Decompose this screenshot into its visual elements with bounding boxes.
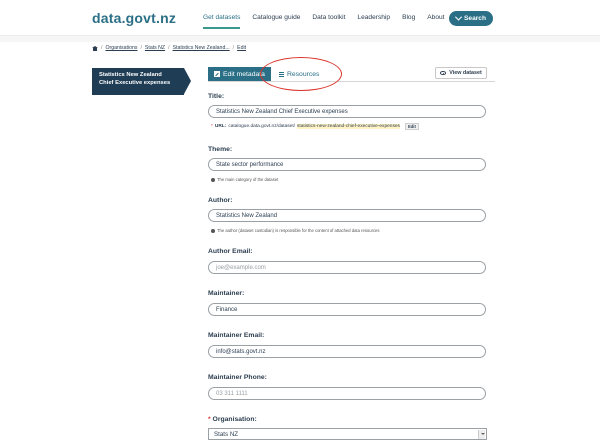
highlight-annotation-circle (260, 57, 342, 91)
home-icon[interactable] (92, 45, 98, 51)
theme-hint: The main category of the dataset (211, 177, 278, 182)
edit-icon (214, 71, 220, 77)
url-slug: statistics-new-zealand-chief-executive-e… (297, 124, 400, 129)
maintainer-label: Maintainer: (208, 290, 245, 297)
maintainer-phone-label: Maintainer Phone: (208, 374, 267, 381)
breadcrumb-stats-nz[interactable]: Stats NZ (145, 45, 165, 51)
dropdown-arrow-icon[interactable] (478, 430, 485, 439)
url-line: * URL: catalogue.data.govt.nz/dataset/st… (211, 123, 419, 130)
chevron-down-icon (454, 13, 463, 21)
url-label: URL: (214, 124, 227, 129)
author-label: Author: (208, 197, 233, 204)
organisation-value: Stats NZ (214, 430, 239, 438)
breadcrumb: / Organisations / Stats NZ / Statistics … (92, 45, 246, 51)
breadcrumb-separator: / (140, 45, 142, 51)
eye-icon (440, 71, 447, 75)
nav-blog[interactable]: Blog (402, 14, 415, 29)
title-label: Title: (208, 93, 225, 100)
tabs-divider (208, 81, 495, 82)
breadcrumb-separator: / (232, 45, 235, 51)
maintainer-input[interactable]: Finance (208, 303, 486, 316)
search-button[interactable]: Search (449, 11, 493, 26)
header-subband (0, 36, 600, 42)
breadcrumb-organisations[interactable]: Organisations (105, 45, 137, 51)
nav-catalogue-guide[interactable]: Catalogue guide (252, 14, 300, 29)
top-navigation-bar: data.govt.nz Get datasets Catalogue guid… (0, 0, 600, 36)
author-input[interactable]: Statistics New Zealand (208, 209, 486, 222)
info-icon (211, 177, 215, 182)
breadcrumb-separator: / (101, 45, 103, 51)
site-logo[interactable]: data.govt.nz (92, 10, 176, 26)
main-nav: Get datasets Catalogue guide Data toolki… (203, 14, 457, 29)
url-base: catalogue.data.govt.nz/dataset/ (228, 124, 296, 129)
nav-about[interactable]: About (427, 14, 444, 29)
breadcrumb-edit[interactable]: Edit (237, 45, 246, 51)
maintainer-email-label: Maintainer Email: (208, 332, 265, 339)
organisation-select[interactable]: Stats NZ (208, 428, 487, 440)
author-hint-text: The author (dataset custodian) is respon… (217, 228, 380, 233)
theme-hint-text: The main category of the dataset (217, 177, 279, 182)
maintainer-phone-input[interactable]: 03 311 1111 (208, 387, 486, 400)
url-edit-button[interactable]: Edit (404, 123, 419, 130)
view-dataset-button[interactable]: View dataset (435, 67, 487, 79)
author-email-input[interactable]: joe@example.com (208, 261, 486, 274)
theme-label: Theme: (208, 146, 233, 153)
sidebar-dataset-title: Statistics New Zealand Chief Executive e… (92, 68, 191, 95)
theme-input[interactable]: State sector performance (208, 158, 486, 171)
organisation-label: * Organisation: (208, 416, 257, 423)
nav-get-datasets[interactable]: Get datasets (203, 14, 241, 29)
nav-leadership[interactable]: Leadership (357, 14, 390, 29)
search-button-label: Search (464, 15, 486, 22)
breadcrumb-separator: / (168, 45, 170, 51)
nav-data-toolkit[interactable]: Data toolkit (312, 14, 345, 29)
organisation-label-text: Organisation: (212, 416, 257, 423)
required-marker: * (211, 124, 213, 129)
author-email-label: Author Email: (208, 248, 253, 255)
maintainer-email-input[interactable]: info@stats.govt.nz (208, 345, 486, 358)
required-marker: * (208, 416, 211, 423)
info-icon (211, 228, 215, 233)
tab-edit-label: Edit metadata (223, 70, 265, 78)
breadcrumb-dataset[interactable]: Statistics New Zealand... (173, 45, 230, 51)
view-dataset-label: View dataset (449, 70, 482, 76)
author-hint: The author (dataset custodian) is respon… (211, 228, 379, 233)
title-input[interactable]: Statistics New Zealand Chief Executive e… (208, 105, 486, 118)
